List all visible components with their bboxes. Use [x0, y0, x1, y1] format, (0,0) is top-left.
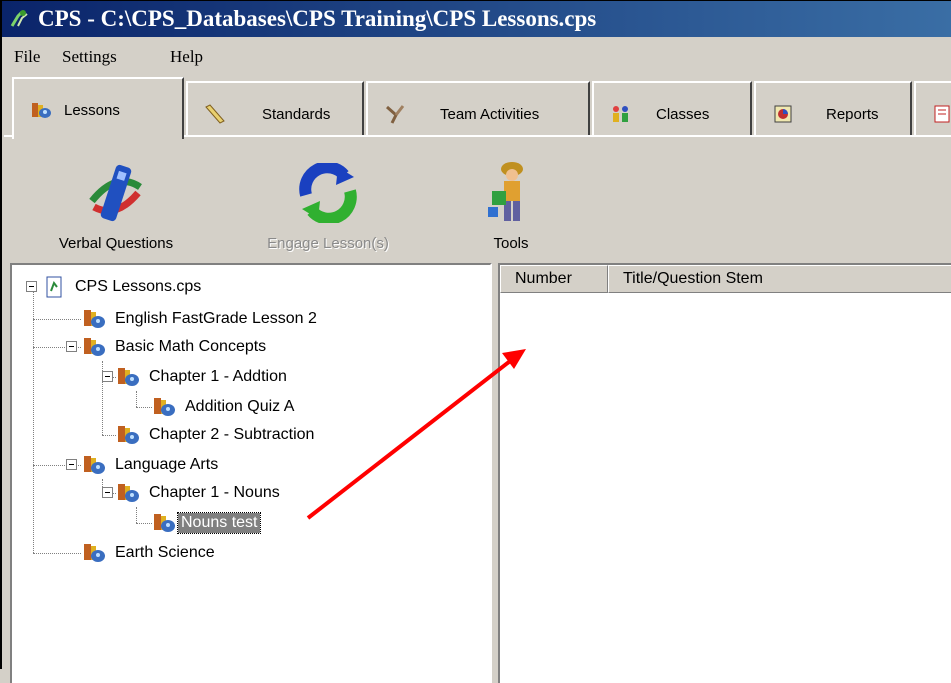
tree-connector	[136, 507, 137, 523]
tree-node-label: Chapter 2 - Subtraction	[149, 426, 315, 443]
database-file-icon	[46, 276, 62, 298]
tree-node-label: CPS Lessons.cps	[75, 278, 202, 295]
tree-node-label: Basic Math Concepts	[115, 338, 267, 355]
app-window: CPS - C:\CPS_Databases\CPS Training\CPS …	[0, 0, 951, 683]
tab-label: Team Activities	[440, 106, 540, 123]
remote-control-icon	[89, 164, 142, 222]
column-header-number[interactable]: Number	[500, 265, 608, 293]
lesson-icon	[154, 514, 175, 532]
tree-node-label: Nouns test	[176, 512, 262, 534]
reports-icon	[774, 105, 792, 123]
menu-file[interactable]: File	[14, 47, 40, 67]
menu-settings[interactable]: Settings	[62, 47, 117, 67]
lessons-books-icon	[32, 103, 51, 118]
collapse-toggle[interactable]	[102, 487, 113, 498]
engage-lessons-button[interactable]: Engage Lesson(s)	[240, 139, 416, 259]
toolbar-label: Verbal Questions	[58, 235, 174, 252]
tree-connector	[136, 407, 152, 408]
tree-connector	[136, 391, 137, 407]
tree-node-label: Chapter 1 - Nouns	[149, 484, 280, 501]
classes-people-icon	[613, 106, 628, 122]
menu-bar: File Settings Help	[4, 37, 951, 77]
tree-connector	[33, 319, 81, 320]
tree-node-label: Addition Quiz A	[185, 398, 295, 415]
toolbar-label: Tools	[493, 235, 529, 252]
title-bar[interactable]: CPS - C:\CPS_Databases\CPS Training\CPS …	[2, 1, 951, 37]
ruler-icon	[205, 104, 225, 124]
team-activities-icon	[386, 105, 405, 124]
lesson-icon	[118, 426, 139, 444]
collapse-toggle[interactable]	[26, 281, 37, 292]
collapse-toggle[interactable]	[102, 371, 113, 382]
document-icon	[934, 105, 950, 123]
collapse-toggle[interactable]	[66, 459, 77, 470]
tab-strip: Lessons Standards Team Activities Classe…	[4, 77, 951, 139]
window-title: CPS - C:\CPS_Databases\CPS Training\CPS …	[38, 6, 597, 31]
collapse-toggle[interactable]	[66, 341, 77, 352]
app-icon	[10, 10, 28, 27]
lesson-tree[interactable]: CPS Lessons.cps English FastGrade Lesson…	[10, 263, 492, 683]
tree-node-label: Chapter 1 - Addtion	[149, 368, 287, 385]
toolbar-label: Engage Lesson(s)	[267, 235, 389, 252]
tab-team-activities[interactable]: Team Activities	[366, 81, 590, 137]
lesson-folder-icon	[118, 368, 139, 386]
question-list[interactable]: Number Title/Question Stem	[498, 263, 951, 683]
tools-button[interactable]: Tools	[474, 139, 548, 259]
lesson-folder-icon	[84, 338, 105, 356]
tab-label: Classes	[656, 106, 710, 123]
menu-help[interactable]: Help	[170, 47, 203, 67]
tab-standards[interactable]: Standards	[186, 81, 364, 137]
tree-node-label: English FastGrade Lesson 2	[115, 310, 317, 327]
column-header-title[interactable]: Title/Question Stem	[608, 265, 951, 293]
engage-arrows-icon	[299, 163, 357, 223]
lesson-icon	[84, 310, 105, 328]
toolbar: Verbal Questions Engage Lesson(s) Tools	[4, 139, 951, 261]
tab-lessons[interactable]: Lessons	[12, 77, 184, 139]
tab-label: Standards	[262, 106, 331, 123]
tree-node-label: Earth Science	[115, 544, 215, 561]
tab-label: Reports	[826, 106, 879, 123]
tree-connector	[33, 285, 34, 553]
lesson-folder-icon	[84, 456, 105, 474]
lesson-icon	[84, 544, 105, 562]
tools-figure-icon	[488, 162, 523, 221]
tree-connector	[102, 435, 116, 436]
verbal-questions-button[interactable]: Verbal Questions	[42, 139, 190, 259]
tab-classes[interactable]: Classes	[592, 81, 752, 137]
lesson-folder-icon	[118, 484, 139, 502]
tree-node-label: Language Arts	[115, 456, 219, 473]
tree-connector	[33, 553, 81, 554]
tab-label: Lessons	[64, 102, 120, 119]
tab-overflow[interactable]	[914, 81, 951, 137]
tab-reports[interactable]: Reports	[754, 81, 912, 137]
lesson-icon	[154, 398, 175, 416]
tree-connector	[136, 523, 152, 524]
